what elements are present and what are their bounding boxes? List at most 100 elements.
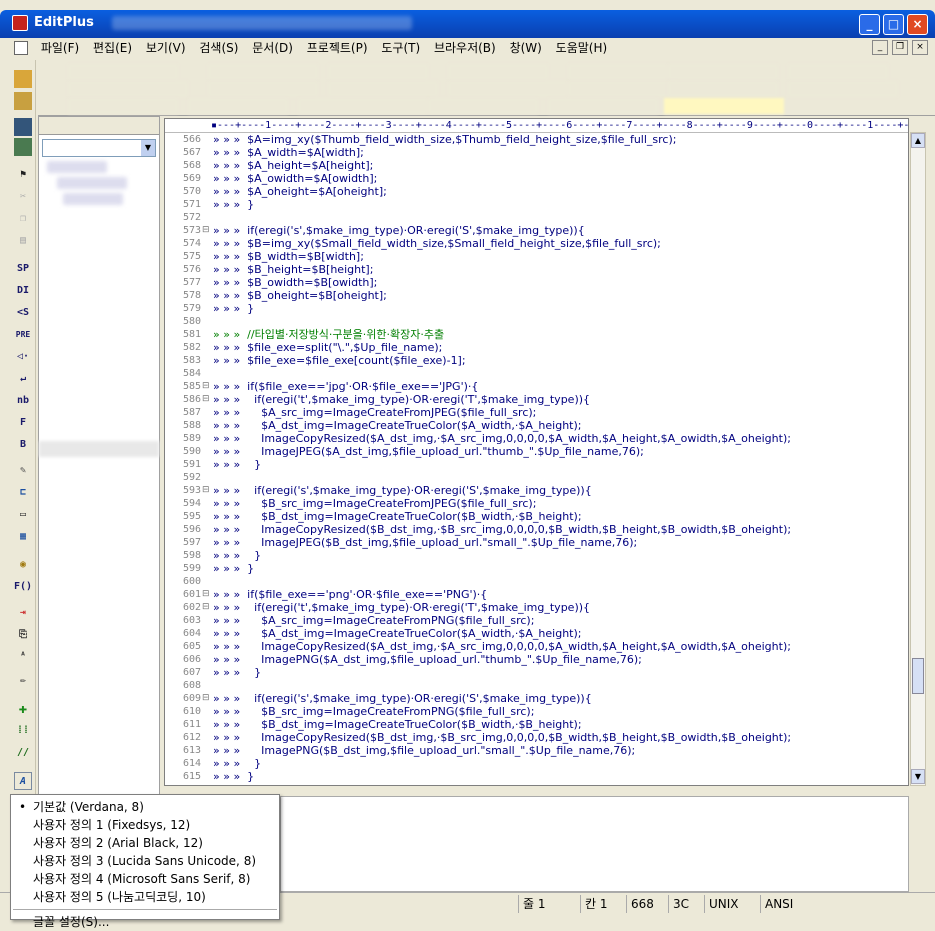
- menu-project[interactable]: 프로젝트(P): [302, 38, 373, 58]
- scroll-up-button[interactable]: ▲: [911, 133, 925, 148]
- code-line[interactable]: 581 » » » //타입별·저장방식·구분을·위한·확장자·추출: [165, 328, 908, 341]
- drive-selector[interactable]: ▼: [42, 139, 156, 157]
- code-line[interactable]: 571 » » » }: [165, 198, 908, 211]
- chevron-down-icon[interactable]: ▼: [141, 140, 155, 156]
- fold-toggle-icon[interactable]: ⊟: [202, 393, 210, 406]
- fold-toggle-icon[interactable]: ⊟: [202, 601, 210, 614]
- code-line[interactable]: 607 » » » }: [165, 666, 908, 679]
- indent-icon[interactable]: ⇥: [14, 604, 32, 622]
- file-tab[interactable]: [568, 81, 678, 97]
- file-tab[interactable]: [428, 98, 538, 114]
- code-line[interactable]: 577 » » » $B_owidth=$B[owidth];: [165, 276, 908, 289]
- file-tab[interactable]: [568, 64, 668, 80]
- menu-view[interactable]: 보기(V): [141, 38, 191, 58]
- html-comment-icon[interactable]: ◁·: [14, 348, 32, 366]
- file-tab[interactable]: [68, 81, 188, 97]
- minimize-button[interactable]: _: [859, 14, 880, 35]
- file-tab[interactable]: [788, 64, 888, 80]
- paste-icon[interactable]: ▤: [14, 232, 32, 250]
- font-menu-item-custom-2[interactable]: 사용자 정의 2 (Arial Black, 12): [11, 834, 279, 852]
- code-line[interactable]: 590 » » » ImageJPEG($A_dst_img,$file_uplo…: [165, 445, 908, 458]
- file-tab[interactable]: [548, 98, 658, 114]
- new-file-icon[interactable]: [14, 70, 32, 88]
- slash-comment-icon[interactable]: //: [14, 744, 32, 762]
- code-line[interactable]: 573 ⊟» » » if(eregi('s',$make_img_type)·O…: [165, 224, 908, 237]
- code-line[interactable]: 567 » » » $A_width=$A[width];: [165, 146, 908, 159]
- html-space-icon[interactable]: SP: [14, 260, 32, 278]
- code-line[interactable]: 584: [165, 367, 908, 380]
- menu-file[interactable]: 파일(F): [36, 38, 84, 58]
- code-line[interactable]: 601 ⊟» » » if($file_exe=='png'·OR·$file_e…: [165, 588, 908, 601]
- open-folder-icon[interactable]: [14, 92, 32, 110]
- file-tab[interactable]: [68, 64, 178, 80]
- code-line[interactable]: 611 » » » $B_dst_img=ImageCreateTrueColor…: [165, 718, 908, 731]
- code-line[interactable]: 612 » » » ImageCopyResized($B_dst_img,·$B…: [165, 731, 908, 744]
- fold-toggle-icon[interactable]: ⊟: [202, 224, 210, 237]
- html-font-icon[interactable]: F: [14, 414, 32, 432]
- font-menu-item-custom-3[interactable]: 사용자 정의 3 (Lucida Sans Unicode, 8): [11, 852, 279, 870]
- code-line[interactable]: 579 » » » }: [165, 302, 908, 315]
- file-tab[interactable]: [298, 98, 428, 114]
- code-editor[interactable]: ▪---+----1----+----2----+----3----+----4…: [164, 118, 909, 786]
- bracket-icon[interactable]: ⊏: [14, 484, 32, 502]
- code-line[interactable]: 602 ⊟» » » if(eregi('t',$make_img_type)·O…: [165, 601, 908, 614]
- fold-toggle-icon[interactable]: ⊟: [202, 380, 210, 393]
- fold-toggle-icon[interactable]: ⊟: [202, 588, 210, 601]
- scroll-down-button[interactable]: ▼: [911, 769, 925, 784]
- case-convert-icon[interactable]: ᴬ: [14, 648, 32, 666]
- code-line[interactable]: 569 » » » $A_owidth=$A[owidth];: [165, 172, 908, 185]
- code-line[interactable]: 598 » » » }: [165, 549, 908, 562]
- code-line[interactable]: 615 » » » }: [165, 770, 908, 783]
- file-tab[interactable]: [328, 64, 428, 80]
- menu-browser[interactable]: 브라우저(B): [429, 38, 501, 58]
- file-tab[interactable]: [448, 64, 548, 80]
- code-line[interactable]: 583 » » » $file_exe=$file_exe[count($file…: [165, 354, 908, 367]
- duplicate-icon[interactable]: ⎘: [14, 626, 32, 644]
- html-br-icon[interactable]: ↵: [14, 370, 32, 388]
- mdi-close-button[interactable]: ×: [912, 40, 928, 55]
- menu-search[interactable]: 검색(S): [194, 38, 243, 58]
- code-area[interactable]: 566 » » » $A=img_xy($Thumb_field_width_si…: [165, 133, 908, 783]
- file-tab[interactable]: [68, 98, 178, 114]
- code-line[interactable]: 594 » » » $B_src_img=ImageCreateFromJPEG(…: [165, 497, 908, 510]
- flag-icon[interactable]: ⚑: [14, 166, 32, 184]
- save-icon[interactable]: [14, 118, 32, 136]
- close-button[interactable]: ×: [907, 14, 928, 35]
- file-tab[interactable]: [668, 64, 778, 80]
- edit-document-icon[interactable]: ✎: [14, 462, 32, 480]
- code-line[interactable]: 575 » » » $B_width=$B[width];: [165, 250, 908, 263]
- code-line[interactable]: 606 » » » ImagePNG($A_dst_img,$file_uploa…: [165, 653, 908, 666]
- cut-icon[interactable]: ✂: [14, 188, 32, 206]
- code-line[interactable]: 593 ⊟» » » if(eregi('s',$make_img_type)·O…: [165, 484, 908, 497]
- code-line[interactable]: 608: [165, 679, 908, 692]
- code-line[interactable]: 609 ⊟» » » if(eregi('s',$make_img_type)·O…: [165, 692, 908, 705]
- html-div-icon[interactable]: DI: [14, 282, 32, 300]
- title-bar[interactable]: EditPlus _ □ ×: [0, 10, 935, 38]
- menu-document[interactable]: 문서(D): [247, 38, 298, 58]
- fold-toggle-icon[interactable]: ⊟: [202, 484, 210, 497]
- maximize-button[interactable]: □: [883, 14, 904, 35]
- mdi-restore-button[interactable]: ❐: [892, 40, 908, 55]
- menu-edit[interactable]: 편집(E): [88, 38, 137, 58]
- menu-tools[interactable]: 도구(T): [376, 38, 425, 58]
- code-line[interactable]: 588 » » » $A_dst_img=ImageCreateTrueColor…: [165, 419, 908, 432]
- html-bold-icon[interactable]: B: [14, 436, 32, 454]
- mdi-minimize-button[interactable]: _: [872, 40, 888, 55]
- color-picker-icon[interactable]: ◉: [14, 556, 32, 574]
- font-menu-item-default[interactable]: • 기본값 (Verdana, 8): [11, 798, 279, 816]
- code-line[interactable]: 592: [165, 471, 908, 484]
- code-line[interactable]: 580: [165, 315, 908, 328]
- folder-tree-item[interactable]: [47, 161, 107, 173]
- code-line[interactable]: 596 » » » ImageCopyResized($B_dst_img,·$B…: [165, 523, 908, 536]
- font-menu-item-custom-1[interactable]: 사용자 정의 1 (Fixedsys, 12): [11, 816, 279, 834]
- code-line[interactable]: 605 » » » ImageCopyResized($A_dst_img,·$A…: [165, 640, 908, 653]
- sidebar-tabs[interactable]: [39, 117, 159, 135]
- folder-tree-item[interactable]: [63, 193, 123, 205]
- add-icon[interactable]: ✚: [14, 700, 32, 718]
- fold-toggle-icon[interactable]: ⊟: [202, 692, 210, 705]
- code-line[interactable]: 570 » » » $A_oheight=$A[oheight];: [165, 185, 908, 198]
- highlighter-icon[interactable]: ✏: [14, 672, 32, 690]
- menu-help[interactable]: 도움말(H): [551, 38, 613, 58]
- file-tab[interactable]: [668, 81, 778, 97]
- font-menu-item-custom-4[interactable]: 사용자 정의 4 (Microsoft Sans Serif, 8): [11, 870, 279, 888]
